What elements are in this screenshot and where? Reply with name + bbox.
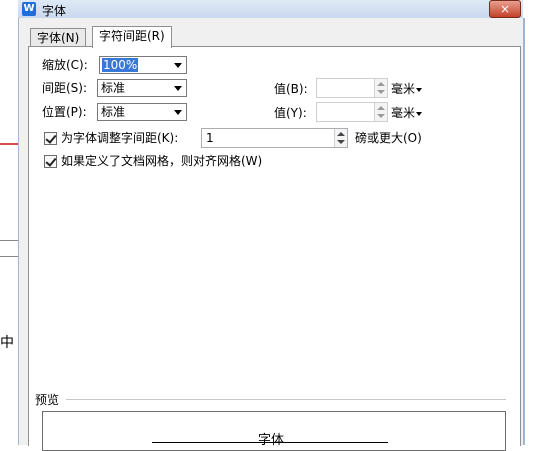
screen: 中 W 字体 × 字体(N) 字符间距(R) 缩放(C): 100% 间距(S)… <box>0 0 550 451</box>
spacing-value: 标准 <box>101 81 126 95</box>
spin-down-icon[interactable] <box>377 90 385 94</box>
doc-text: 中 <box>0 335 14 351</box>
spin-up-icon[interactable] <box>377 82 385 86</box>
position-amount-label: 值(Y): <box>274 106 307 120</box>
doc-gray-line <box>0 256 18 257</box>
snap-to-grid-checkbox[interactable] <box>44 155 57 168</box>
spin-down-icon[interactable] <box>377 114 385 118</box>
spacing-select[interactable]: 标准 <box>97 79 187 97</box>
scale-value: 100% <box>102 58 139 72</box>
dialog-border <box>523 18 524 445</box>
kerning-suffix: 磅或更大(O) <box>355 131 422 145</box>
kerning-value: 1 <box>206 131 214 145</box>
position-label: 位置(P): <box>42 105 87 119</box>
position-value: 标准 <box>101 105 126 119</box>
tab-font[interactable]: 字体(N) <box>30 28 87 47</box>
tab-character-spacing[interactable]: 字符间距(R) <box>92 26 172 48</box>
spin-down-icon[interactable] <box>337 140 345 144</box>
chevron-down-icon <box>174 110 182 115</box>
tab-font-label: 字体(N) <box>37 31 80 45</box>
close-button[interactable]: × <box>489 0 521 18</box>
kerning-checkbox[interactable] <box>44 132 57 145</box>
spin-up-icon[interactable] <box>377 106 385 110</box>
spinner-buttons[interactable] <box>374 103 387 121</box>
kerning-spinner[interactable]: 1 <box>201 128 348 148</box>
kerning-label: 为字体调整字间距(K): <box>61 131 179 145</box>
spacing-unit-dropdown[interactable]: 毫米 <box>391 80 423 98</box>
caret-down-icon <box>416 87 423 92</box>
spinner-buttons[interactable] <box>334 129 347 147</box>
position-select[interactable]: 标准 <box>97 103 187 121</box>
scale-select[interactable]: 100% <box>99 56 187 74</box>
preview-label: 预览 <box>35 393 60 407</box>
tab-character-spacing-label: 字符间距(R) <box>99 29 165 43</box>
snap-to-grid-label: 如果定义了文档网格，则对齐网格(W) <box>61 154 263 168</box>
close-icon: × <box>499 2 511 16</box>
scale-label: 缩放(C): <box>42 58 88 72</box>
dialog-titlebar[interactable]: W 字体 × <box>18 0 523 18</box>
position-unit-dropdown[interactable]: 毫米 <box>391 104 423 122</box>
wps-logo-icon: W <box>22 2 36 16</box>
position-unit: 毫米 <box>391 106 416 120</box>
spinner-buttons[interactable] <box>374 79 387 97</box>
caret-down-icon <box>416 111 423 116</box>
spacing-amount-spinner[interactable] <box>316 78 388 98</box>
doc-red-line <box>0 143 18 145</box>
chevron-down-icon <box>174 86 182 91</box>
preview-sample-text: 字体 <box>258 433 285 448</box>
outside-area <box>523 0 550 445</box>
doc-gray-line <box>0 240 18 241</box>
preview-separator <box>66 399 506 400</box>
spin-up-icon[interactable] <box>337 132 345 136</box>
spacing-label: 间距(S): <box>42 81 88 95</box>
spacing-amount-label: 值(B): <box>274 82 308 96</box>
dialog-title: 字体 <box>42 4 67 18</box>
spacing-unit: 毫米 <box>391 82 416 96</box>
position-amount-spinner[interactable] <box>316 102 388 122</box>
chevron-down-icon <box>174 63 182 68</box>
